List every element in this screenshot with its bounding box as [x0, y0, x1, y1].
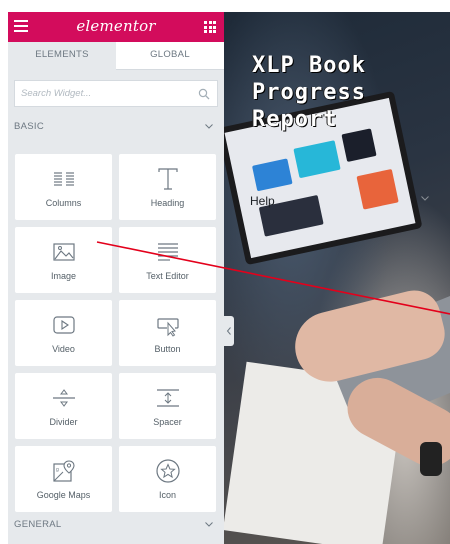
tab-global[interactable]: GLOBAL — [116, 42, 224, 70]
widget-button[interactable]: Button — [119, 300, 216, 366]
chevron-down-icon — [205, 522, 213, 527]
widget-video[interactable]: Video — [15, 300, 112, 366]
text-editor-icon — [157, 243, 178, 261]
section-basic-title: BASIC — [14, 121, 45, 132]
spacer-icon — [156, 389, 179, 407]
chevron-down-icon — [421, 196, 429, 201]
widget-spacer[interactable]: Spacer — [119, 373, 216, 439]
image-icon — [52, 243, 75, 261]
svg-text:g: g — [56, 467, 59, 473]
widget-divider[interactable]: Divider — [15, 373, 112, 439]
heading-icon — [157, 168, 178, 190]
tab-elements[interactable]: ELEMENTS — [8, 42, 116, 70]
widget-google-maps[interactable]: g Google Maps — [15, 446, 112, 512]
search-input[interactable] — [15, 81, 175, 106]
google-maps-icon: g — [52, 460, 75, 482]
collapse-panel-handle[interactable] — [224, 316, 234, 346]
panel-tabs: ELEMENTS GLOBAL — [8, 42, 224, 70]
search-icon — [198, 88, 210, 100]
button-icon — [156, 318, 179, 337]
widget-label: Columns — [45, 198, 82, 208]
widget-heading[interactable]: Heading — [119, 154, 216, 220]
columns-icon — [53, 172, 74, 186]
widget-label: Icon — [158, 490, 176, 500]
page-preview[interactable]: XLP Book Progress Report Help — [224, 12, 450, 544]
widget-label: Video — [52, 344, 75, 354]
panel-header: elementor — [8, 12, 224, 42]
chevron-down-icon — [205, 124, 213, 129]
brand-logo: elementor — [76, 17, 156, 35]
video-icon — [52, 316, 75, 334]
widget-icon[interactable]: Icon — [119, 446, 216, 512]
section-general-title: GENERAL — [14, 519, 62, 530]
help-menu-label[interactable]: Help — [250, 194, 275, 208]
elementor-panel: elementor ELEMENTS GLOBAL BASIC — [8, 12, 224, 544]
watch-image — [420, 442, 442, 476]
widget-label: Divider — [49, 417, 78, 427]
section-basic-header[interactable]: BASIC — [8, 117, 224, 137]
widget-image[interactable]: Image — [15, 227, 112, 293]
widget-label: Text Editor — [146, 271, 189, 281]
search-box — [14, 80, 218, 107]
widget-columns[interactable]: Columns — [15, 154, 112, 220]
widgets-grid-icon[interactable] — [204, 21, 216, 33]
widget-label: Button — [154, 344, 181, 354]
widget-text-editor[interactable]: Text Editor — [119, 227, 216, 293]
section-general-header[interactable]: GENERAL — [8, 515, 224, 535]
page-title[interactable]: XLP Book Progress Report — [252, 52, 442, 133]
widget-label: Image — [50, 271, 76, 281]
widget-label: Heading — [150, 198, 185, 208]
divider-icon — [52, 389, 75, 407]
widget-label: Spacer — [153, 417, 182, 427]
widget-label: Google Maps — [36, 490, 91, 500]
chevron-left-icon — [226, 327, 231, 335]
star-icon — [155, 459, 180, 483]
widget-grid: Columns Heading Image Text Editor Video … — [8, 137, 224, 512]
